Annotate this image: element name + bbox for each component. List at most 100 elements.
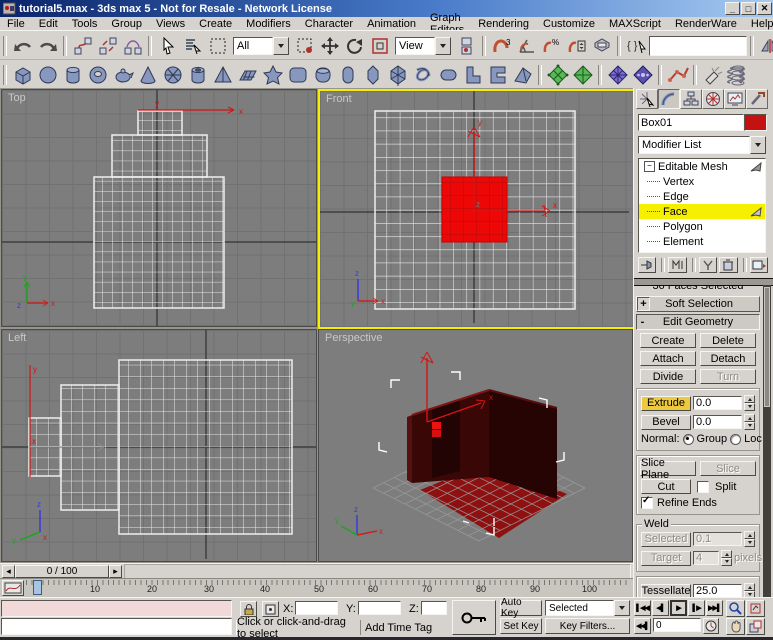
keyboard-override-button[interactable] [589,34,614,58]
bevel-button[interactable]: Bevel [641,414,691,430]
key-mode-arrow[interactable] [614,600,630,616]
attach-button[interactable]: Attach [640,351,696,366]
weld-threshold-field[interactable]: 0.1 [693,532,742,546]
make-unique-button[interactable] [698,257,718,273]
weld-target-spinner[interactable] [721,550,732,566]
tube-primitive-button[interactable] [185,63,210,87]
menu-character[interactable]: Character [298,18,360,30]
maximize-button[interactable]: □ [741,2,756,15]
time-slider-prev-button[interactable]: ◂ [2,565,15,578]
remove-modifier-button[interactable] [719,257,738,273]
spring-button[interactable] [725,63,750,87]
cut-button[interactable]: Cut [641,479,691,494]
pan-button[interactable] [726,618,745,635]
selection-lock-toggle[interactable] [240,601,257,617]
bones-button[interactable] [665,63,690,87]
selection-filter-arrow[interactable] [273,36,289,55]
current-frame-indicator[interactable] [33,580,42,595]
chamfer-box-button[interactable] [285,63,310,87]
menu-tools[interactable]: Tools [65,18,105,30]
object-color-swatch[interactable] [744,114,767,131]
delete-button[interactable]: Delete [700,333,756,348]
extrude-button[interactable]: Extrude [641,395,691,411]
percent-snap-button[interactable]: % [539,34,564,58]
quad-patch-button[interactable] [545,63,570,87]
select-object-button[interactable] [155,34,180,58]
menu-create[interactable]: Create [192,18,239,30]
select-and-rotate-button[interactable] [342,34,367,58]
spinner-snap-button[interactable] [564,34,589,58]
zoom-extents-button[interactable] [746,600,765,617]
menu-customize[interactable]: Customize [536,18,602,30]
torus-primitive-button[interactable] [85,63,110,87]
viewport-perspective-label[interactable]: Perspective [325,332,382,344]
link-button[interactable] [70,34,95,58]
torus-knot-button[interactable] [410,63,435,87]
viewport-top[interactable]: Top x y y x z [1,89,317,327]
teapot-primitive-button[interactable] [110,63,135,87]
key-mode-toggle-button[interactable]: ◀◀▌ [634,618,651,634]
group-label[interactable]: Group [697,433,728,445]
menu-modifiers[interactable]: Modifiers [239,18,298,30]
menu-rendering[interactable]: Rendering [471,18,536,30]
chamfer-cylinder-button[interactable] [310,63,335,87]
auto-key-button[interactable]: Auto Key [500,597,542,619]
menu-views[interactable]: Views [149,18,192,30]
object-name-field[interactable] [638,114,744,131]
split-checkbox[interactable] [697,480,709,493]
set-keys-button[interactable] [452,600,496,635]
stack-root-row[interactable]: − Editable Mesh [639,159,765,174]
menu-renderware[interactable]: RenderWare [668,18,744,30]
z-coord-field[interactable] [421,601,447,615]
spindle-button[interactable] [360,63,385,87]
track-bar[interactable]: 0 10 20 30 40 50 60 70 80 90 100 [0,578,633,598]
maxscript-listener-pink[interactable] [1,600,232,617]
nurbs-cv-surface-button[interactable] [630,63,655,87]
left-viewport-canvas[interactable]: y x z y x [2,330,316,559]
time-slider-handle[interactable]: 0 / 100 [15,565,109,578]
viewport-front-label[interactable]: Front [326,93,352,105]
unlink-button[interactable] [95,34,120,58]
undo-button[interactable] [10,34,35,58]
cone-primitive-button[interactable] [135,63,160,87]
extrude-spinner[interactable] [744,395,755,411]
box-primitive-button[interactable] [10,63,35,87]
add-time-tag[interactable]: Add Time Tag [360,620,451,635]
coordsys-dropdown[interactable]: View [395,36,451,55]
configure-modifier-sets-button[interactable] [749,257,769,273]
viewport-top-label[interactable]: Top [8,92,26,104]
modifier-stack[interactable]: − Editable Mesh Vertex Edge Face Polygon… [638,158,766,253]
sphere-primitive-button[interactable] [35,63,60,87]
weld-target-field[interactable]: 4 [693,551,719,565]
key-filters-button[interactable]: Key Filters... [545,618,630,634]
rollout-edit-geometry[interactable]: - Edit Geometry [636,314,760,330]
gengon-button[interactable] [385,63,410,87]
viewport-left[interactable]: Left y x z y x [1,329,317,562]
bevel-value-field[interactable]: 0.0 [693,415,742,429]
snap-toggle-3d-button[interactable]: 3 [489,34,514,58]
split-label[interactable]: Split [715,481,736,493]
key-mode-dropdown[interactable]: Selected [545,600,630,616]
l-ext-button[interactable] [460,63,485,87]
named-selection-input[interactable] [649,35,747,56]
title-bar[interactable]: tutorial5.max - 3ds max 5 - Not for Resa… [0,0,773,17]
menu-animation[interactable]: Animation [360,18,423,30]
menu-edit[interactable]: Edit [32,18,65,30]
command-panel-scrollbar[interactable] [763,285,771,597]
viewport-left-label[interactable]: Left [8,332,26,344]
use-center-button[interactable] [454,34,479,58]
refine-ends-checkbox[interactable] [641,495,653,509]
menu-group[interactable]: Group [104,18,149,30]
modifier-list-arrow[interactable] [750,136,766,154]
close-button[interactable]: ✕ [757,2,772,15]
current-frame-field[interactable] [653,618,701,632]
menu-file[interactable]: File [0,18,32,30]
time-slider-track[interactable] [124,564,631,579]
y-coord-field[interactable] [358,601,401,615]
menu-maxscript[interactable]: MAXScript [602,18,668,30]
weld-threshold-spinner[interactable] [744,531,755,547]
rollout-collapse-icon[interactable]: - [637,316,648,328]
rollout-expand-icon[interactable]: + [637,297,650,311]
tab-motion[interactable] [702,89,724,109]
tab-hierarchy[interactable] [680,89,702,109]
